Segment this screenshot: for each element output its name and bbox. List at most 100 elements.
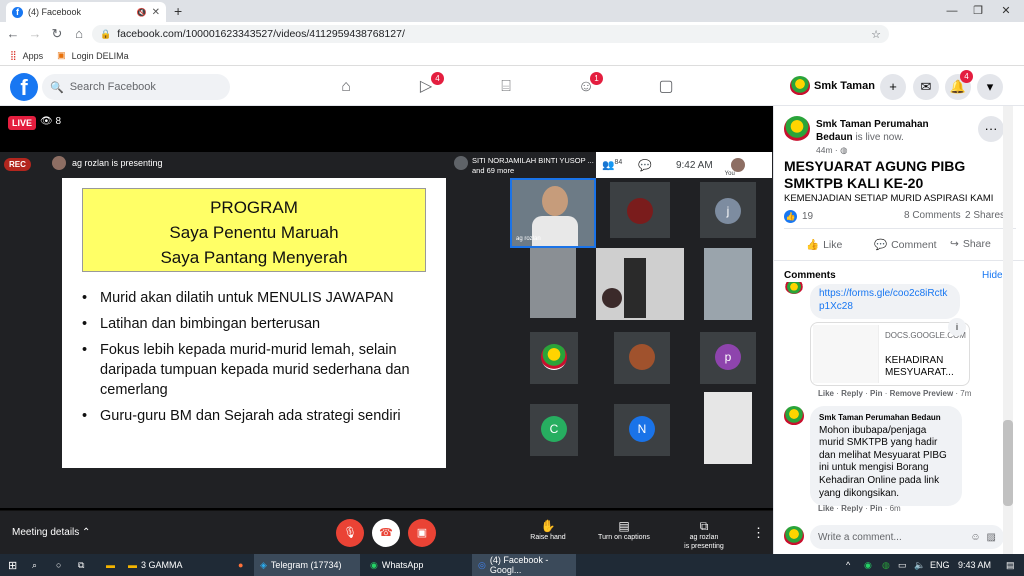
link-preview-card[interactable]: DOCS.GOOGLE.COM KEHADIRAN MESYUARAT... xyxy=(810,322,970,386)
meeting-details-button[interactable]: Meeting details ⌃ xyxy=(12,527,90,538)
back-icon[interactable]: ← xyxy=(4,25,22,43)
comment-author[interactable]: Smk Taman Perumahan Bedaun xyxy=(819,412,953,425)
participant-tile[interactable] xyxy=(610,182,670,238)
sticker-icon[interactable]: ▨ xyxy=(987,532,996,543)
top-participant-name: SITI NORJAMILAH BINTI YUSOP ... xyxy=(472,156,594,165)
share-button[interactable]: ↪ Share xyxy=(950,238,991,250)
comment-pin[interactable]: Pin xyxy=(870,389,882,398)
reaction-summary[interactable]: 👍 19 xyxy=(784,210,813,223)
home-nav-icon[interactable]: ⌂ xyxy=(326,74,366,100)
bookmark-login-delima[interactable]: Login DELIMa xyxy=(72,51,129,61)
link-preview-title: KEHADIRAN MESYUARAT... xyxy=(885,355,954,378)
home-icon[interactable]: ⌂ xyxy=(70,25,88,43)
emoji-icon[interactable]: ☺ xyxy=(970,532,980,543)
comment-button[interactable]: 💬 Comment xyxy=(874,238,937,252)
comment-link[interactable]: https://forms.gle/coo2c8iRctkp1Xc28 xyxy=(819,288,947,312)
commenter-avatar[interactable] xyxy=(784,406,804,426)
viewer-count: 👁 8 xyxy=(40,116,61,127)
create-plus-icon[interactable]: + xyxy=(880,74,906,100)
facebook-logo-icon[interactable]: f xyxy=(10,73,38,101)
remove-preview[interactable]: Remove Preview xyxy=(890,389,954,398)
comment-like[interactable]: Like xyxy=(818,504,834,513)
write-comment-input[interactable]: Write a comment... ☺ ▨ xyxy=(810,525,1004,549)
camera-off-icon[interactable]: ▣ xyxy=(408,519,436,547)
tab-close-icon[interactable]: ✕ xyxy=(152,7,160,18)
info-icon[interactable]: i xyxy=(948,318,966,336)
tray-whatsapp-icon[interactable]: ◉ xyxy=(858,554,878,576)
share-arrow-icon: ↪ xyxy=(950,238,959,250)
participant-avatar-p: p xyxy=(715,344,741,370)
minimize-icon[interactable]: — xyxy=(942,3,962,19)
profile-avatar[interactable] xyxy=(790,76,810,96)
participant-tile[interactable] xyxy=(704,248,752,320)
post-time: 44m · ◍ xyxy=(816,145,848,155)
raise-hand-button[interactable]: ✋ Raise hand xyxy=(518,519,578,542)
captions-button[interactable]: ▤ Turn on captions xyxy=(594,519,654,542)
apps-grid-icon: ⣿ xyxy=(10,50,17,60)
participant-tile[interactable]: N xyxy=(614,404,670,456)
tray-chevron-icon[interactable]: ^ xyxy=(840,554,856,576)
participant-tile[interactable]: j xyxy=(700,182,756,238)
people-icon[interactable]: 👥 xyxy=(602,160,614,171)
messenger-icon[interactable]: ✉ xyxy=(913,74,939,100)
action-center-icon[interactable]: ▤ xyxy=(1000,554,1021,576)
page-avatar[interactable] xyxy=(784,116,810,142)
chat-icon[interactable]: 💬 xyxy=(638,159,652,172)
taskbar-app-label: WhatsApp xyxy=(381,560,424,570)
cortana-icon[interactable]: ○ xyxy=(50,554,67,576)
account-menu-chevron-icon[interactable]: ▾ xyxy=(977,74,1003,100)
participant-tile[interactable]: p xyxy=(700,332,756,384)
bookmark-star-icon[interactable]: ☆ xyxy=(871,28,881,41)
end-call-icon[interactable]: ☎ xyxy=(372,519,400,547)
reload-icon[interactable]: ↻ xyxy=(48,25,66,43)
bookmark-apps[interactable]: Apps xyxy=(23,51,44,61)
participant-tile[interactable] xyxy=(530,332,578,384)
taskbar-app-gamma[interactable]: ▬ 3 GAMMA xyxy=(122,554,226,576)
commenter-avatar[interactable] xyxy=(784,282,804,294)
task-view-icon[interactable]: ⧉ xyxy=(72,554,90,576)
participant-tile[interactable] xyxy=(530,248,576,318)
live-video-player[interactable]: LIVE 👁 8 REC ag rozlan is presenting PRO… xyxy=(0,106,773,554)
address-bar[interactable]: 🔒 facebook.com/100001623343527/videos/41… xyxy=(92,25,889,43)
restore-icon[interactable]: ❐ xyxy=(968,3,988,19)
windows-start-icon[interactable]: ⊞ xyxy=(2,554,23,576)
participant-tile[interactable] xyxy=(704,392,752,464)
mic-off-icon[interactable]: 🎙 xyxy=(336,519,364,547)
gaming-nav-icon[interactable]: ▢ xyxy=(646,74,686,100)
taskbar-app-chrome[interactable]: ◎ (4) Facebook - Googl... xyxy=(472,554,576,576)
profile-name[interactable]: Smk Taman xyxy=(814,80,875,92)
post-options-icon[interactable]: ··· xyxy=(978,116,1004,142)
language-indicator[interactable]: ENG xyxy=(924,554,956,576)
comment-pin[interactable]: Pin xyxy=(870,504,882,513)
comment-reply[interactable]: Reply xyxy=(841,389,863,398)
search-facebook-input[interactable]: 🔍 Search Facebook xyxy=(42,74,230,100)
taskbar-clock[interactable]: 9:43 AM xyxy=(952,554,997,576)
like-reaction-icon: 👍 xyxy=(784,210,797,223)
file-explorer-icon[interactable]: ▬ xyxy=(100,554,121,576)
scrollbar-thumb[interactable] xyxy=(1003,420,1013,506)
close-window-icon[interactable]: ✕ xyxy=(996,3,1016,19)
search-taskbar-icon[interactable]: ⌕ xyxy=(26,554,43,576)
comment-like[interactable]: Like xyxy=(818,389,834,398)
comment-reply[interactable]: Reply xyxy=(841,504,863,513)
divider xyxy=(784,228,1016,229)
participant-tile[interactable] xyxy=(596,248,684,320)
marketplace-nav-icon[interactable]: ⌸ xyxy=(486,74,526,100)
presenting-button[interactable]: ⧉ ag rozlan is presenting xyxy=(674,519,734,551)
comment-count[interactable]: 8 Comments xyxy=(904,210,961,221)
tab-audio-icon[interactable]: 🔇 xyxy=(137,8,147,17)
forward-icon[interactable]: → xyxy=(26,25,44,43)
participant-tile[interactable]: C xyxy=(530,404,578,456)
more-options-icon[interactable]: ⋮ xyxy=(752,525,765,541)
new-tab-icon[interactable]: + xyxy=(174,3,182,19)
firefox-icon[interactable]: ● xyxy=(232,554,249,576)
taskbar-app-telegram[interactable]: ◈ Telegram (17734) xyxy=(254,554,360,576)
share-count[interactable]: 2 Shares xyxy=(965,210,1005,221)
hide-comments-link[interactable]: Hide xyxy=(982,270,1003,281)
browser-tab-facebook[interactable]: f (4) Facebook 🔇 ✕ xyxy=(6,2,166,22)
participant-avatar-n: N xyxy=(629,416,655,442)
participant-tile-active[interactable]: ag rozlan xyxy=(510,178,596,248)
like-button[interactable]: 👍 Like xyxy=(806,238,842,252)
participant-tile[interactable] xyxy=(614,332,670,384)
taskbar-app-whatsapp[interactable]: ◉ WhatsApp xyxy=(364,554,468,576)
